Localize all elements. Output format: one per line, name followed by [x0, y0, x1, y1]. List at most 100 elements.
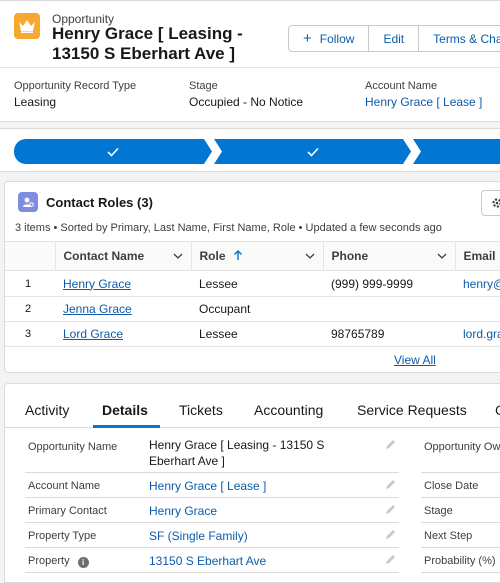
field-primary-contact: Primary Contact Henry Grace — [25, 498, 399, 523]
record-header: Opportunity Henry Grace [ Leasing - 1315… — [0, 0, 500, 122]
row-number: 1 — [5, 270, 55, 297]
pencil-icon[interactable] — [385, 529, 396, 540]
tab-accounting[interactable]: Accounting — [254, 402, 323, 418]
field-opportunity-name: Opportunity Name Henry Grace [ Leasing -… — [25, 433, 399, 473]
contact-roles-table: Contact Name Role Phone Email 1 Henry Gr… — [5, 241, 500, 347]
column-header-email[interactable]: Email — [454, 241, 500, 271]
pencil-icon[interactable] — [385, 439, 396, 450]
info-icon[interactable]: i — [77, 557, 89, 568]
field-next-step: Next Step — [421, 523, 500, 548]
field-label: Stage — [424, 505, 453, 517]
header-actions: + Follow Edit Terms & Cha — [288, 25, 500, 52]
field-property: Property i 13150 S Eberhart Ave — [25, 548, 399, 573]
path-step-3[interactable] — [413, 139, 500, 164]
gear-icon[interactable] — [481, 190, 500, 216]
active-tab-indicator — [93, 425, 160, 428]
role-cell: Lessee — [191, 270, 323, 297]
field-label-wrap: Property i — [28, 555, 89, 568]
email-cell — [455, 296, 500, 322]
terms-button[interactable]: Terms & Cha — [418, 25, 500, 52]
tab-bar: Activity Details Tickets Accounting Serv… — [5, 384, 500, 428]
follow-button[interactable]: + Follow — [288, 25, 370, 52]
tab-service-requests[interactable]: Service Requests — [357, 402, 467, 418]
highlight-field-stage: Stage Occupied - No Notice — [189, 80, 303, 109]
column-header-phone[interactable]: Phone — [322, 241, 455, 271]
follow-button-label: Follow — [319, 31, 355, 46]
record-tabs-card: Activity Details Tickets Accounting Serv… — [4, 383, 500, 583]
path-bar — [14, 139, 500, 164]
tab-more[interactable]: C — [495, 402, 500, 418]
field-value-line: Eberhart Ave ] — [149, 454, 225, 468]
email-link[interactable]: henry@ — [463, 277, 500, 291]
path-step-2[interactable] — [214, 139, 411, 164]
email-cell: lord.gra — [455, 321, 500, 347]
field-label: Account Name — [28, 480, 101, 492]
plus-icon: + — [303, 30, 312, 47]
chevron-down-icon[interactable] — [304, 250, 316, 262]
field-label: Stage — [189, 80, 218, 92]
phone-cell: (999) 999-9999 — [323, 270, 455, 297]
field-label: Opportunity Ow — [424, 441, 500, 453]
field-value: Occupied - No Notice — [189, 95, 304, 109]
pencil-icon[interactable] — [385, 504, 396, 515]
field-value-line: Henry Grace [ Leasing - 13150 S — [149, 438, 325, 452]
column-header-label: Contact Name — [63, 249, 145, 263]
field-label: Property Type — [28, 530, 97, 542]
contact-roles-title[interactable]: Contact Roles (3) — [46, 195, 153, 210]
contact-link[interactable]: Jenna Grace — [63, 302, 132, 316]
property-link[interactable]: 13150 S Eberhart Ave — [149, 553, 266, 569]
row-number-header — [5, 241, 55, 271]
tab-tickets[interactable]: Tickets — [179, 402, 223, 418]
record-title: Henry Grace [ Leasing - 13150 S Eberhart… — [52, 24, 243, 63]
check-icon — [107, 147, 119, 157]
sales-path — [0, 128, 500, 172]
field-label: Property — [28, 555, 70, 567]
column-header-label: Role — [199, 249, 226, 263]
column-header-label: Phone — [331, 249, 369, 263]
highlight-field-record-type: Opportunity Record Type Leasing — [14, 80, 136, 109]
field-label: Opportunity Name — [28, 441, 118, 453]
path-step-1[interactable] — [14, 139, 212, 164]
field-stage: Stage — [421, 498, 500, 523]
account-link[interactable]: Henry Grace [ Lease ] — [365, 95, 482, 109]
field-label: Next Step — [424, 530, 473, 542]
phone-cell: 98765789 — [323, 321, 455, 347]
chevron-down-icon[interactable] — [436, 250, 448, 262]
tab-activity[interactable]: Activity — [25, 402, 69, 418]
header-divider — [0, 67, 500, 68]
field-label: Opportunity Record Type — [14, 80, 137, 92]
email-cell: henry@ — [455, 270, 500, 297]
email-link[interactable]: lord.gra — [463, 327, 500, 341]
role-cell: Occupant — [191, 296, 323, 322]
row-number: 3 — [5, 321, 55, 347]
phone-cell — [323, 296, 455, 322]
edit-button[interactable]: Edit — [368, 25, 420, 52]
field-probability: Probability (%) — [421, 548, 500, 573]
table-header-row: Contact Name Role Phone Email — [5, 241, 500, 271]
pencil-icon[interactable] — [385, 479, 396, 490]
property-type-link[interactable]: SF (Single Family) — [149, 528, 248, 544]
field-value: Leasing — [14, 95, 57, 109]
highlight-field-account: Account Name Henry Grace [ Lease ] — [365, 80, 482, 109]
primary-contact-link[interactable]: Henry Grace — [149, 503, 217, 519]
check-icon — [306, 147, 319, 157]
chevron-down-icon[interactable] — [172, 250, 184, 262]
column-header-role[interactable]: Role — [190, 241, 323, 271]
contact-roles-card: Contact Roles (3) 3 items • Sorted by Pr… — [4, 181, 500, 373]
terms-button-label: Terms & Cha — [433, 31, 500, 46]
tab-details[interactable]: Details — [102, 402, 148, 418]
field-label: Probability (%) — [424, 555, 496, 567]
table-row: 2 Jenna Grace Occupant — [5, 296, 500, 322]
field-opportunity-owner: Opportunity Ow — [421, 433, 500, 473]
pencil-icon[interactable] — [385, 554, 396, 565]
contact-link[interactable]: Lord Grace — [63, 327, 123, 341]
role-cell: Lessee — [191, 321, 323, 347]
edit-button-label: Edit — [383, 31, 405, 46]
table-row: 3 Lord Grace Lessee 98765789 lord.gra — [5, 321, 500, 347]
contact-name-cell: Lord Grace — [55, 321, 191, 347]
account-name-link[interactable]: Henry Grace [ Lease ] — [149, 478, 266, 494]
contact-link[interactable]: Henry Grace — [63, 277, 131, 291]
column-header-contact-name[interactable]: Contact Name — [54, 241, 191, 271]
contact-roles-icon — [18, 192, 38, 212]
view-all-link[interactable]: View All — [394, 353, 436, 367]
